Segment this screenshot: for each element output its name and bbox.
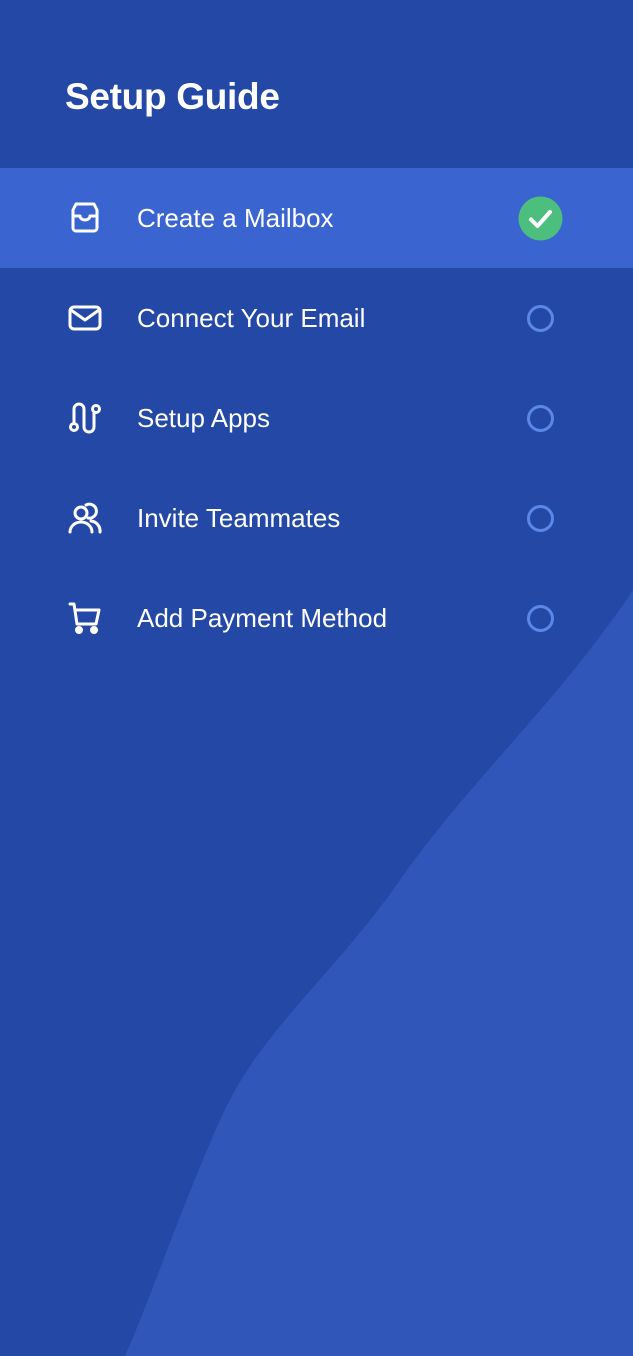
envelope-icon [67,300,103,336]
step-connect-email[interactable]: Connect Your Email [0,268,633,368]
pending-circle-icon [518,496,563,541]
step-create-mailbox[interactable]: Create a Mailbox [0,168,633,268]
step-invite-teammates[interactable]: Invite Teammates [0,468,633,568]
step-setup-apps[interactable]: Setup Apps [0,368,633,468]
step-label: Create a Mailbox [137,203,334,233]
pending-circle-icon [518,596,563,641]
step-label: Add Payment Method [137,603,388,633]
step-add-payment-method[interactable]: Add Payment Method [0,568,633,668]
setup-guide-panel: Setup Guide Create a Mailbox Connect You… [0,0,633,1356]
users-icon [67,500,103,536]
cart-icon [67,600,103,636]
inbox-icon [67,200,103,236]
step-label: Invite Teammates [137,503,341,533]
setup-steps-list: Create a Mailbox Connect Your Email Setu… [0,168,633,668]
route-icon [67,400,103,436]
step-label: Connect Your Email [137,303,366,333]
check-complete-icon [518,196,563,241]
pending-circle-icon [518,396,563,441]
page-title: Setup Guide [65,76,280,117]
step-label: Setup Apps [137,403,270,433]
pending-circle-icon [518,296,563,341]
